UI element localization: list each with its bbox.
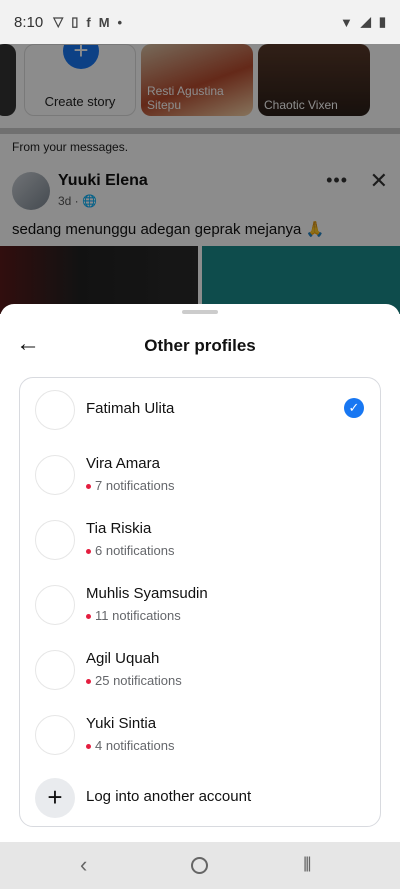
gmail-icon: M xyxy=(98,14,110,30)
notification-dot-icon xyxy=(86,484,91,490)
notification-count: 7 notifications xyxy=(86,478,175,493)
profile-name: Yuki Sintia xyxy=(86,715,157,732)
profile-name: Vira Amara xyxy=(86,455,160,472)
profile-item-agil-uquah[interactable]: Agil Uquah 25 notifications xyxy=(20,638,380,698)
profile-item-fatimah-ulita[interactable]: Fatimah Ulita ✓ xyxy=(20,378,380,438)
notification-count: 4 notifications xyxy=(86,738,175,753)
dot-icon: • xyxy=(117,14,123,30)
other-profiles-sheet: ← Other profiles Fatimah Ulita ✓ Vira Am… xyxy=(0,304,400,842)
notification-dot-icon xyxy=(86,679,91,685)
notification-count: 25 notifications xyxy=(86,673,182,688)
profile-item-yuki-sintia[interactable]: Yuki Sintia 4 notifications xyxy=(20,703,380,763)
profile-item-tia-riskia[interactable]: Tia Riskia 6 notifications xyxy=(20,508,380,568)
system-navigation-bar: ‹ ||| xyxy=(0,842,400,889)
wifi-icon: ▼ xyxy=(339,14,353,30)
dim-overlay[interactable] xyxy=(0,44,400,314)
nav-back-icon[interactable]: ‹ xyxy=(80,852,87,878)
notification-dot-icon xyxy=(86,549,91,555)
nav-recents-icon[interactable]: ||| xyxy=(303,855,312,873)
profiles-list: Fatimah Ulita ✓ Vira Amara 7 notificatio… xyxy=(19,377,381,827)
avatar xyxy=(35,520,75,560)
vpn-shield-icon: ▽ xyxy=(53,14,64,29)
log-into-another-account-button[interactable]: + Log into another account xyxy=(20,768,380,828)
status-time: 8:10 xyxy=(14,13,44,31)
notification-dot-icon xyxy=(86,614,91,620)
add-account-label: Log into another account xyxy=(86,788,252,805)
notification-count: 11 notifications xyxy=(86,608,181,623)
profile-name: Fatimah Ulita xyxy=(86,400,175,417)
drag-handle[interactable] xyxy=(182,310,218,314)
profile-name: Tia Riskia xyxy=(86,520,152,537)
avatar xyxy=(35,585,75,625)
avatar xyxy=(35,390,75,430)
battery-icon: ▮ xyxy=(378,14,386,29)
plus-icon: + xyxy=(35,778,75,818)
phone-lock-icon: ▯ xyxy=(71,14,79,29)
avatar xyxy=(35,650,75,690)
profile-item-vira-amara[interactable]: Vira Amara 7 notifications xyxy=(20,443,380,503)
avatar xyxy=(35,715,75,755)
checkmark-icon: ✓ xyxy=(344,398,364,418)
avatar xyxy=(35,455,75,495)
profile-name: Muhlis Syamsudin xyxy=(86,585,208,602)
status-bar: 8:10 ▽ ▯ f M • ▼ ◢ ▮ xyxy=(0,0,400,44)
profile-name: Agil Uquah xyxy=(86,650,160,667)
cell-signal-icon: ◢ xyxy=(360,14,371,29)
sheet-title: Other profiles xyxy=(144,336,256,355)
notification-dot-icon xyxy=(86,744,91,750)
nav-home-icon[interactable] xyxy=(191,857,208,874)
profile-item-muhlis-syamsudin[interactable]: Muhlis Syamsudin 11 notifications xyxy=(20,573,380,633)
notification-count: 6 notifications xyxy=(86,543,175,558)
facebook-icon: f xyxy=(86,14,91,30)
